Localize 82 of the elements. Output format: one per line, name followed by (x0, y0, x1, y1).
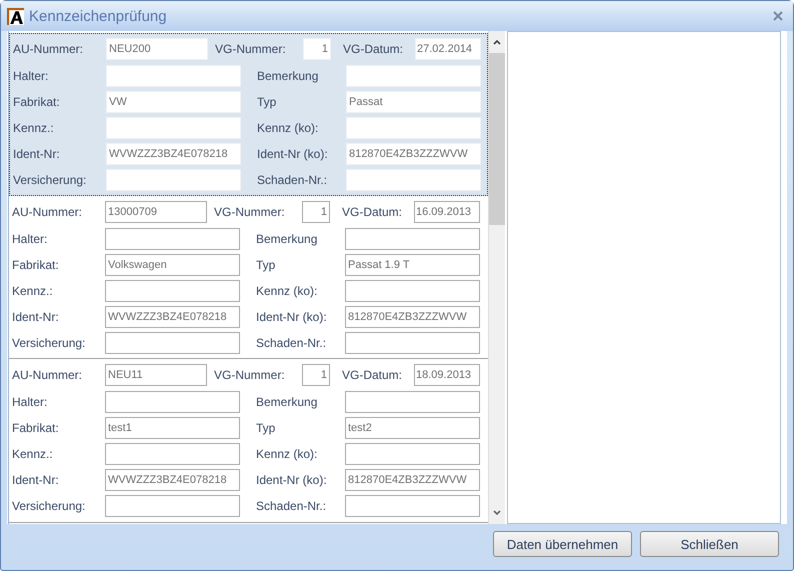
input-field[interactable] (345, 228, 480, 250)
field-label: Ident-Nr (ko): (255, 473, 328, 488)
dialog-button[interactable]: Schließen (640, 531, 779, 557)
field-label: Typ (255, 258, 276, 272)
field-label: Kennz (ko): (256, 121, 320, 135)
input-field[interactable]: 1 (302, 364, 330, 386)
field-label: Ident-Nr: (13, 147, 61, 161)
field-label: Ident-Nr (ko): (256, 147, 329, 161)
input-field[interactable]: 1 (302, 200, 330, 223)
input-field[interactable]: WVWZZZ3BZ4E078218 (105, 469, 240, 492)
input-field[interactable] (345, 280, 480, 302)
input-field[interactable]: test1 (105, 417, 240, 440)
input-field[interactable]: 812870E4ZB3ZZZWVW (345, 469, 480, 492)
field-label: Ident-Nr (ko): (255, 310, 328, 324)
field-label: Kennz.: (12, 447, 54, 462)
input-field[interactable] (345, 443, 480, 466)
input-field[interactable]: 27.02.2014 (415, 38, 481, 60)
field-label: AU-Nummer: (13, 42, 84, 56)
input-field[interactable]: test2 (345, 417, 480, 440)
field-label: Schaden-Nr.: (255, 499, 328, 514)
input-field[interactable]: 18.09.2013 (414, 364, 480, 386)
field-label: Schaden-Nr.: (255, 336, 328, 350)
dialog-button[interactable]: Daten übernehmen (493, 531, 632, 557)
input-field[interactable]: Passat 1.9 T (345, 254, 480, 276)
field-label: Halter: (13, 69, 50, 83)
field-label: VG-Datum: (342, 204, 404, 219)
field-label: Ident-Nr: (12, 473, 60, 488)
scrollbar[interactable] (488, 31, 505, 524)
input-field[interactable]: VW (106, 91, 241, 113)
record-card[interactable] (9, 33, 488, 196)
input-field[interactable]: 812870E4ZB3ZZZWVW (346, 143, 481, 165)
scrollbar-thumb[interactable] (489, 53, 505, 225)
input-field[interactable]: NEU11 (105, 364, 207, 386)
field-label: VG-Datum: (342, 368, 404, 382)
field-label: Kennz.: (12, 284, 54, 298)
close-icon[interactable] (773, 11, 783, 21)
app-logo-icon (7, 8, 24, 24)
field-label: Bemerkung (255, 232, 318, 246)
input-field[interactable]: Passat (346, 91, 481, 113)
field-label: Fabrikat: (13, 95, 61, 109)
input-field[interactable] (345, 495, 480, 518)
field-label: Versicherung: (13, 173, 88, 187)
input-field[interactable] (105, 495, 240, 518)
input-field[interactable] (105, 443, 240, 466)
field-label: Halter: (12, 395, 48, 410)
field-label: VG-Datum: (343, 42, 404, 56)
input-field[interactable]: WVWZZZ3BZ4E078218 (105, 306, 240, 328)
input-field[interactable] (105, 391, 240, 414)
input-field[interactable] (345, 391, 480, 414)
field-label: VG-Nummer: (214, 368, 286, 382)
input-field[interactable]: 1 (303, 38, 331, 60)
input-field[interactable]: 812870E4ZB3ZZZWVW (345, 306, 480, 328)
field-label: Typ (255, 421, 276, 436)
field-label: Halter: (12, 232, 48, 246)
field-label: AU-Nummer: (12, 368, 84, 382)
input-field[interactable] (105, 280, 240, 302)
field-label: Kennz (ko): (255, 447, 318, 462)
scroll-down-icon[interactable] (493, 510, 501, 516)
input-field[interactable]: 16.09.2013 (414, 200, 480, 223)
field-label: Schaden-Nr.: (256, 173, 328, 187)
field-label: AU-Nummer: (12, 204, 84, 219)
input-field[interactable]: WVWZZZ3BZ4E078218 (106, 143, 241, 165)
field-label: VG-Nummer: (214, 204, 286, 219)
field-label: VG-Nummer: (215, 42, 287, 56)
field-label: Fabrikat: (12, 258, 60, 272)
scroll-up-icon[interactable] (493, 39, 501, 45)
field-label: Typ (256, 95, 278, 109)
field-label: Fabrikat: (12, 421, 60, 436)
input-field[interactable]: 13000709 (105, 200, 207, 223)
window-title: Kennzeichenprüfung (29, 8, 167, 24)
field-label: Bemerkung (256, 69, 320, 83)
input-field[interactable]: Volkswagen (105, 254, 240, 276)
input-field[interactable]: NEU200 (106, 38, 208, 60)
field-label: Ident-Nr: (12, 310, 60, 324)
input-field[interactable] (105, 332, 240, 354)
field-label: Versicherung: (12, 336, 86, 350)
input-field[interactable] (105, 228, 240, 250)
field-label: Kennz (ko): (255, 284, 318, 298)
field-label: Bemerkung (255, 395, 318, 410)
input-field[interactable] (345, 332, 480, 354)
field-label: Versicherung: (12, 499, 86, 514)
field-label: Kennz.: (13, 121, 55, 135)
